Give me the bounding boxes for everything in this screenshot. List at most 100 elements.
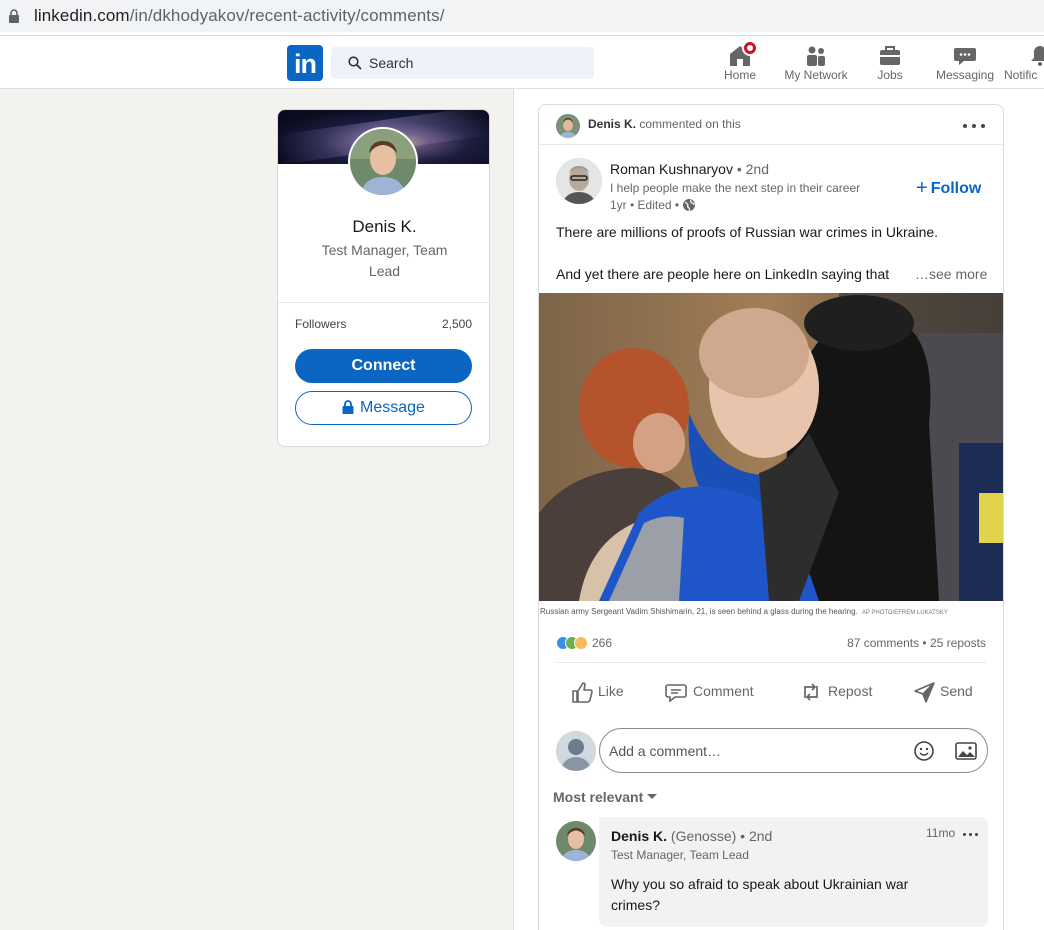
comment-input[interactable] bbox=[609, 729, 899, 772]
connect-button[interactable]: Connect bbox=[295, 349, 472, 383]
browser-address-bar: linkedin.com/in/dkhodyakov/recent-activi… bbox=[0, 0, 1044, 36]
author-headline: I help people make the next step in thei… bbox=[610, 181, 861, 195]
briefcase-icon bbox=[880, 46, 900, 65]
comment-text: Why you so afraid to speak about Ukraini… bbox=[611, 876, 909, 913]
default-avatar-icon bbox=[556, 731, 596, 771]
nav-notifications-label: Notific bbox=[1004, 68, 1038, 82]
more-options-icon[interactable] bbox=[963, 122, 987, 130]
repost-icon bbox=[804, 683, 818, 701]
author-name[interactable]: Roman Kushnaryov • 2nd bbox=[610, 161, 769, 177]
profile-avatar[interactable] bbox=[348, 127, 418, 197]
post-stats[interactable]: 87 comments • 25 reposts bbox=[847, 636, 986, 650]
reactions-summary[interactable]: 266 bbox=[556, 636, 612, 652]
commenter-name-text: Denis K. bbox=[611, 828, 668, 844]
photo-caption: Russian army Sergeant Vadim Shishimarin,… bbox=[539, 601, 1003, 623]
comment-options-icon[interactable] bbox=[963, 832, 979, 838]
activity-name[interactable]: Denis K. bbox=[588, 117, 636, 131]
search-icon bbox=[348, 56, 362, 70]
post-photo[interactable] bbox=[539, 293, 1003, 601]
url-text[interactable]: linkedin.com/in/dkhodyakov/recent-activi… bbox=[34, 6, 445, 26]
avatar-portrait bbox=[556, 158, 602, 204]
connection-degree: • 2nd bbox=[736, 161, 769, 177]
nav-messaging-label: Messaging bbox=[935, 68, 995, 82]
insightful-reaction-icon bbox=[574, 636, 588, 650]
post-meta: 1yr • Edited • bbox=[610, 198, 696, 212]
image-icon[interactable] bbox=[955, 741, 977, 761]
nav-jobs[interactable]: Jobs bbox=[870, 40, 910, 88]
comment-box[interactable] bbox=[599, 728, 988, 773]
globe-icon bbox=[683, 199, 696, 212]
chat-icon bbox=[954, 48, 976, 65]
commenter-avatar[interactable] bbox=[556, 821, 596, 861]
avatar-portrait bbox=[350, 129, 416, 195]
plus-icon: + bbox=[916, 177, 928, 199]
profile-headline: Test Manager, Team Lead bbox=[321, 242, 448, 279]
like-button[interactable]: Like bbox=[570, 678, 630, 706]
linkedin-logo[interactable]: in bbox=[287, 45, 323, 81]
nav-jobs-label: Jobs bbox=[877, 68, 903, 82]
activity-header: Denis K. commented on this bbox=[539, 105, 1003, 145]
divider bbox=[556, 662, 986, 663]
followers-count: 2,500 bbox=[441, 317, 472, 331]
author-name-text: Roman Kushnaryov bbox=[610, 161, 733, 177]
like-label: Like bbox=[598, 683, 624, 699]
post-text-line2: And yet there are people here on LinkedI… bbox=[556, 266, 890, 282]
court-photo-image bbox=[539, 293, 1003, 601]
thumbs-up-icon bbox=[572, 682, 593, 703]
repost-button[interactable]: Repost bbox=[799, 678, 889, 706]
activity-avatar[interactable] bbox=[556, 114, 580, 138]
lock-icon bbox=[342, 400, 354, 414]
avatar-portrait bbox=[556, 114, 580, 138]
sort-dropdown[interactable]: Most relevant bbox=[553, 789, 658, 805]
followers-label: Followers bbox=[295, 317, 347, 331]
nav-messaging[interactable]: Messaging bbox=[932, 40, 998, 88]
nav-my-network-label: My Network bbox=[784, 68, 848, 82]
sort-label: Most relevant bbox=[553, 789, 644, 805]
search-box[interactable] bbox=[331, 47, 594, 79]
post-timestamp: 1yr • Edited • bbox=[610, 198, 680, 212]
commenter-degree: • 2nd bbox=[740, 828, 773, 844]
search-input[interactable] bbox=[369, 47, 579, 79]
follow-button[interactable]: + Follow bbox=[916, 177, 981, 200]
lock-icon bbox=[9, 9, 19, 23]
nav-home[interactable]: Home bbox=[720, 40, 760, 88]
repost-label: Repost bbox=[828, 683, 873, 699]
comment-icon bbox=[665, 684, 687, 703]
column-divider bbox=[513, 89, 514, 930]
notification-dot bbox=[742, 40, 758, 56]
nav-notifications[interactable]: Notific bbox=[1004, 40, 1044, 88]
send-button[interactable]: Send bbox=[913, 678, 983, 706]
photo-credit: AP PHOTO/EFREM LUKATSKY bbox=[861, 610, 948, 616]
bell-icon bbox=[1031, 46, 1044, 66]
activity-text: Denis K. commented on this bbox=[588, 117, 741, 131]
url-host: linkedin.com bbox=[34, 6, 130, 25]
commenter-name[interactable]: Denis K. (Genosse) • 2nd bbox=[611, 828, 772, 844]
emoji-icon[interactable] bbox=[913, 740, 935, 762]
activity-action: commented on this bbox=[639, 117, 741, 131]
profile-name[interactable]: Denis K. bbox=[278, 217, 489, 237]
comment-bubble: Denis K. (Genosse) • 2nd Test Manager, T… bbox=[599, 817, 988, 927]
my-avatar[interactable] bbox=[556, 731, 596, 771]
author-avatar[interactable] bbox=[556, 158, 602, 204]
reaction-count: 266 bbox=[592, 636, 613, 650]
url-path: /in/dkhodyakov/recent-activity/comments/ bbox=[129, 6, 445, 25]
caption-text: Russian army Sergeant Vadim Shishimarin,… bbox=[540, 607, 858, 616]
divider bbox=[278, 302, 489, 303]
people-icon bbox=[807, 46, 825, 66]
send-label: Send bbox=[940, 683, 973, 699]
post-card: Denis K. commented on this Roman Kushnar… bbox=[538, 104, 1004, 930]
avatar-portrait bbox=[556, 821, 596, 861]
nav-home-label: Home bbox=[723, 68, 756, 82]
nav-my-network[interactable]: My Network bbox=[780, 40, 852, 88]
top-nav: in Home My Network Jobs Me bbox=[0, 36, 1044, 89]
send-icon bbox=[914, 682, 935, 703]
follow-label: Follow bbox=[930, 180, 982, 197]
message-button[interactable]: Message bbox=[295, 391, 472, 425]
comment-label: Comment bbox=[693, 683, 754, 699]
comment-time: 11mo bbox=[926, 826, 956, 840]
comment-button[interactable]: Comment bbox=[664, 678, 764, 706]
profile-card: Denis K. Test Manager, Team Lead Followe… bbox=[277, 109, 490, 447]
see-more-link[interactable]: …see more bbox=[915, 266, 987, 282]
message-button-label: Message bbox=[360, 399, 425, 416]
post-text-line1: There are millions of proofs of Russian … bbox=[556, 224, 939, 240]
